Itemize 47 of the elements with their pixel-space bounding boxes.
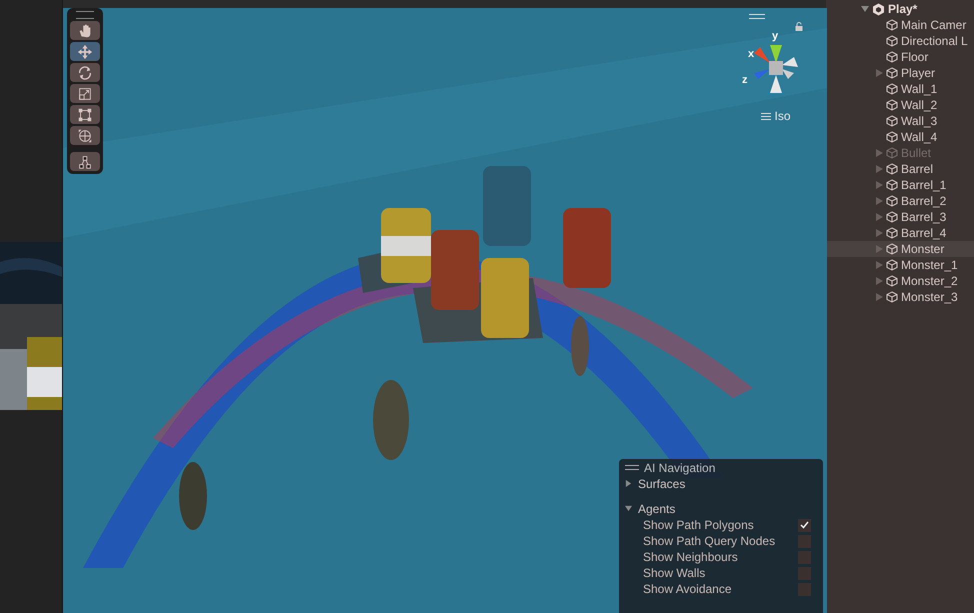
cube-icon: [886, 99, 898, 111]
hierarchy-item[interactable]: Monster_2: [826, 273, 974, 289]
collapsed-arrow-icon[interactable]: [876, 197, 883, 205]
cube-icon: [886, 275, 898, 287]
hierarchy-item[interactable]: Player: [826, 65, 974, 81]
cube-icon: [886, 19, 898, 31]
hierarchy-item[interactable]: Barrel_1: [826, 177, 974, 193]
hierarchy-item[interactable]: Monster_1: [826, 257, 974, 273]
collapsed-arrow-icon[interactable]: [876, 293, 883, 301]
unity-logo-icon: [872, 2, 885, 16]
hierarchy-item[interactable]: Barrel_3: [826, 209, 974, 225]
hierarchy-item[interactable]: Wall_4: [826, 129, 974, 145]
cube-icon: [886, 227, 898, 239]
cube-icon: [886, 163, 898, 175]
collapsed-arrow-icon[interactable]: [876, 277, 883, 285]
scene-name[interactable]: Play*: [888, 0, 918, 18]
collapsed-arrow-icon[interactable]: [876, 261, 883, 269]
hierarchy-item[interactable]: Barrel_2: [826, 193, 974, 209]
cube-icon: [886, 83, 898, 95]
cube-icon: [886, 211, 898, 223]
collapsed-arrow-icon[interactable]: [876, 213, 883, 221]
cube-icon: [886, 115, 898, 127]
cube-icon: [886, 35, 898, 47]
expanded-arrow-icon[interactable]: [861, 5, 869, 13]
cube-icon: [886, 147, 898, 159]
collapsed-arrow-icon[interactable]: [876, 69, 883, 77]
cube-icon: [886, 291, 898, 303]
cube-icon: [886, 67, 898, 79]
cube-icon: [886, 179, 898, 191]
hierarchy-item[interactable]: Main Camer: [826, 17, 974, 33]
collapsed-arrow-icon[interactable]: [876, 229, 883, 237]
hierarchy-item[interactable]: Barrel_4: [826, 225, 974, 241]
cube-icon: [886, 259, 898, 271]
hierarchy-item[interactable]: Barrel: [826, 161, 974, 177]
hierarchy-item[interactable]: Monster_3: [826, 289, 974, 305]
cube-icon: [886, 131, 898, 143]
hierarchy-item[interactable]: Wall_3: [826, 113, 974, 129]
collapsed-arrow-icon[interactable]: [876, 165, 883, 173]
cube-icon: [886, 51, 898, 63]
hierarchy-item[interactable]: Monster: [826, 241, 974, 257]
collapsed-arrow-icon[interactable]: [876, 181, 883, 189]
hierarchy-item[interactable]: Floor: [826, 49, 974, 65]
hierarchy-item[interactable]: Directional L: [826, 33, 974, 49]
hierarchy-item[interactable]: Wall_1: [826, 81, 974, 97]
cube-icon: [886, 195, 898, 207]
cube-icon: [886, 243, 898, 255]
hierarchy-item[interactable]: Wall_2: [826, 97, 974, 113]
